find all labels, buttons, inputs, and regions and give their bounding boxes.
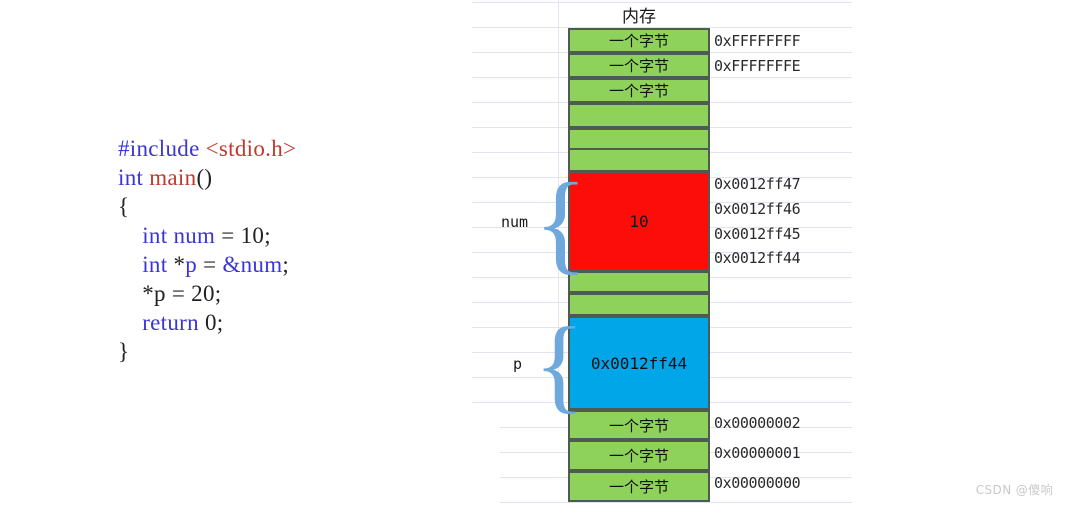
code-line: int main() [118, 163, 296, 192]
code-token: num [173, 223, 216, 248]
code-token: = [197, 252, 223, 277]
code-token: } [118, 339, 130, 364]
memory-diagram-sheet: 内存 一个字节 一个字节 一个字节 10 0x0012ff44 一个字节 一个字节 一个字节 … [472, 0, 852, 506]
code-token: 0; [204, 310, 224, 335]
memory-cell-green: 一个字节 [568, 28, 710, 53]
variable-name-label: num [501, 213, 529, 231]
code-token: #include [118, 136, 206, 161]
address-label: 0x0012ff45 [714, 225, 801, 243]
code-line: return 0; [118, 308, 296, 337]
curly-brace-icon: { [534, 306, 585, 423]
memory-cell-green [568, 103, 710, 128]
code-token: main [149, 165, 197, 190]
code-token: <stdio.h> [205, 136, 297, 161]
address-label: 0x0012ff46 [714, 200, 801, 218]
code-line: { [118, 192, 296, 221]
memory-cell-green: 一个字节 [568, 410, 710, 440]
memory-cell-green: 一个字节 [568, 440, 710, 471]
code-token: { [118, 194, 130, 219]
code-token: = [215, 223, 241, 248]
code-token: 10 [240, 223, 265, 248]
memory-cell-red: 10 [568, 172, 710, 271]
code-line: int num = 10; [118, 221, 296, 250]
code-token: * [173, 252, 186, 277]
code-token: &num [222, 252, 283, 277]
code-token: int [142, 252, 174, 277]
csdn-watermark: CSDN @傻响 [975, 483, 1053, 497]
code-token: return [142, 310, 205, 335]
memory-cell-green [568, 293, 710, 316]
memory-cell-green: 一个字节 [568, 53, 710, 78]
code-token: int [142, 223, 174, 248]
code-token: () [196, 165, 213, 190]
code-token: ; [264, 223, 271, 248]
code-token: int [118, 165, 150, 190]
code-line: } [118, 337, 296, 366]
memory-cell-green [568, 148, 710, 172]
code-line: *p = 20; [118, 279, 296, 308]
memory-cell-green: 一个字节 [568, 471, 710, 502]
code-line: #include <stdio.h> [118, 134, 296, 163]
address-label: 0x0012ff44 [714, 249, 801, 267]
memory-cell-green: 一个字节 [568, 78, 710, 103]
address-label: 0x00000002 [714, 414, 801, 432]
memory-column-header: 内存 [622, 6, 656, 27]
curly-brace-icon: { [534, 161, 588, 285]
address-label: 0xFFFFFFFE [714, 57, 801, 75]
code-token: ; [282, 252, 290, 277]
code-token: p [185, 252, 198, 277]
code-token: *p = 20; [142, 281, 222, 306]
address-label: 0x0012ff47 [714, 175, 801, 193]
memory-cell-blue: 0x0012ff44 [568, 316, 710, 410]
gridline-horizontal [500, 502, 852, 503]
variable-name-label: p [513, 355, 523, 373]
source-code-block: #include <stdio.h> int main(){ int num = … [118, 134, 296, 366]
address-label: 0x00000001 [714, 444, 801, 462]
memory-cell-green [568, 271, 710, 293]
code-line: int *p = &num; [118, 250, 296, 279]
address-label: 0xFFFFFFFF [714, 32, 801, 50]
address-label: 0x00000000 [714, 474, 801, 492]
